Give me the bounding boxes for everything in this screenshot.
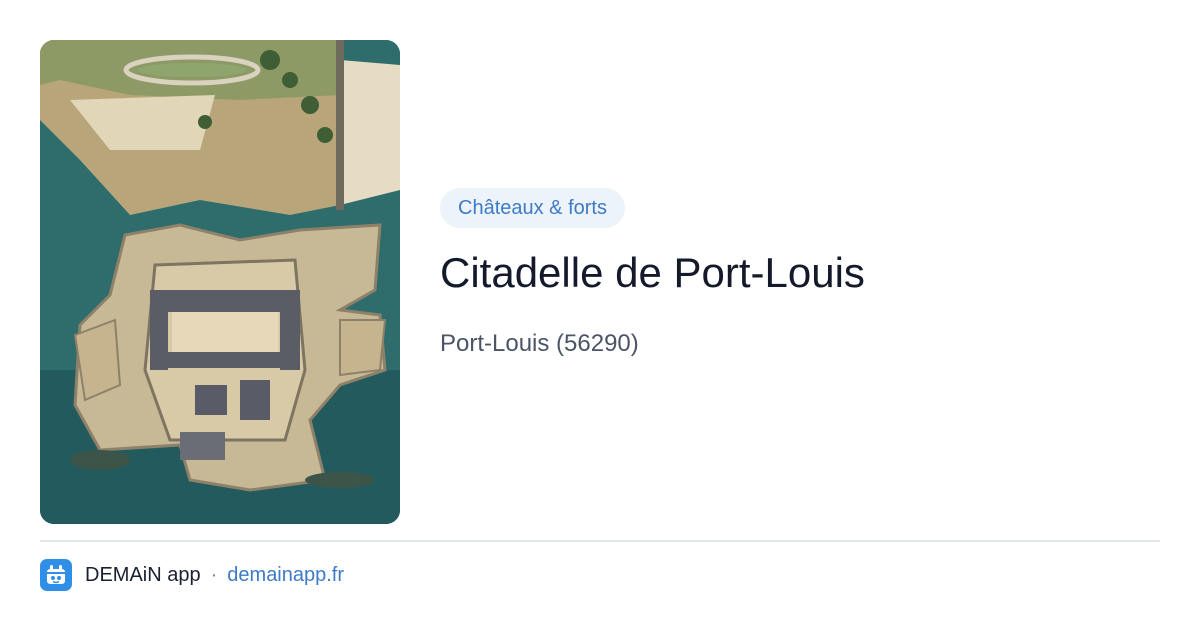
footer-divider [40,540,1160,542]
share-card: Châteaux & forts Citadelle de Port-Louis… [0,0,1200,630]
footer: DEMAiN app · demainapp.fr [40,558,344,592]
footer-separator: · [210,563,218,586]
demain-app-logo-icon [40,559,72,591]
citadel-aerial-photo [40,40,400,524]
category-badge[interactable]: Châteaux & forts [440,188,625,228]
place-location: Port-Louis (56290) [440,330,639,357]
place-info: Châteaux & forts Citadelle de Port-Louis… [440,188,1160,360]
place-title: Citadelle de Port-Louis [440,249,865,296]
site-link[interactable]: demainapp.fr [227,564,344,587]
brand-name: DEMAiN app [85,563,201,586]
